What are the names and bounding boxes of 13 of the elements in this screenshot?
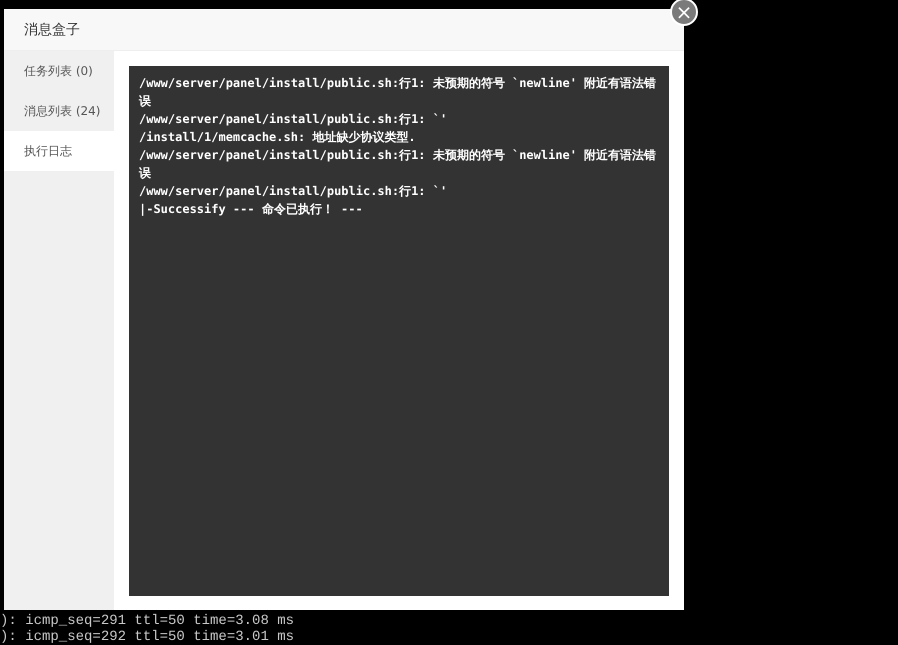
- terminal-line: ): icmp_seq=292 ttl=50 time=3.01 ms: [0, 629, 296, 645]
- log-line: /www/server/panel/install/public.sh:行1: 未预期的符号 `newline' 附近有语法错误: [139, 75, 657, 110]
- log-line: /install/1/memcache.sh: 地址缺少协议类型.: [139, 129, 417, 146]
- sidebar-tab[interactable]: 执行日志: [4, 131, 114, 171]
- close-button[interactable]: ×: [670, 0, 698, 26]
- dialog-title: 消息盒子: [24, 20, 80, 38]
- sidebar-tab[interactable]: 消息列表 (24): [4, 91, 114, 131]
- log-line: /www/server/panel/install/public.sh:行1: `': [139, 183, 448, 200]
- sidebar-tab[interactable]: 任务列表 (0): [4, 51, 114, 91]
- terminal-line: ): icmp_seq=291 ttl=50 time=3.08 ms: [0, 613, 296, 629]
- log-line: /www/server/panel/install/public.sh:行1: `': [139, 111, 448, 128]
- log-line: /www/server/panel/install/public.sh:行1: 未预期的符号 `newline' 附近有语法错误: [139, 147, 657, 182]
- log-line: |-Successify --- 命令已执行！ ---: [139, 201, 364, 218]
